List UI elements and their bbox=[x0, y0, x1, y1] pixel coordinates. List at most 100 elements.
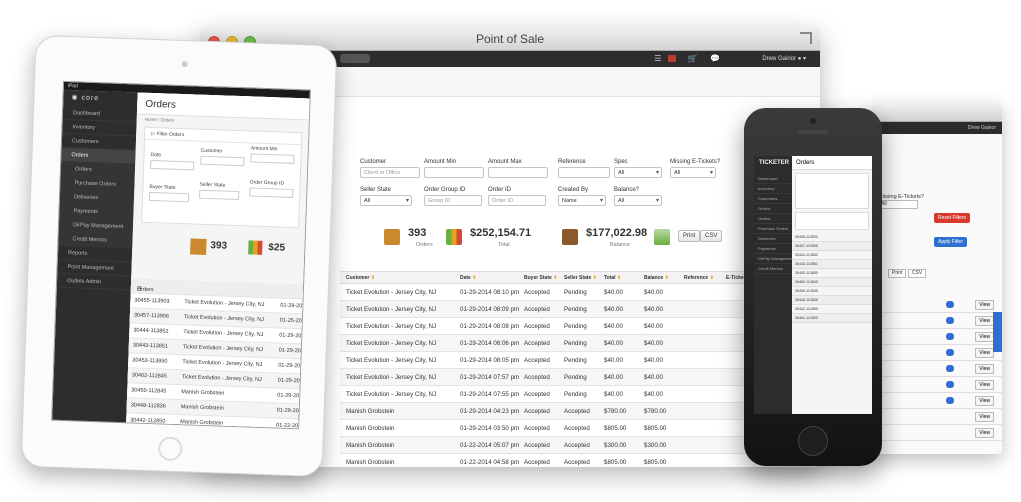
view-button[interactable]: View bbox=[975, 316, 994, 326]
reference-input[interactable] bbox=[558, 167, 610, 178]
created-by-select[interactable]: Name bbox=[558, 195, 606, 206]
sidebar-item[interactable]: Orders bbox=[754, 214, 792, 224]
table-row[interactable]: 30443-113851 bbox=[792, 260, 872, 269]
sidebar-item[interactable]: Inventory bbox=[754, 184, 792, 194]
view-button[interactable]: View bbox=[975, 300, 994, 310]
iphone-screen: TICKETER Dashboard Inventory Customers Orde… bbox=[754, 156, 872, 414]
feedback-tab[interactable] bbox=[993, 312, 1002, 352]
balance-stat-label: Balance bbox=[610, 242, 630, 248]
seller-state-select[interactable]: All bbox=[360, 195, 412, 206]
header-seller-state-label: Seller State bbox=[564, 275, 592, 281]
reset-filters-button[interactable]: Reset Filters bbox=[934, 213, 971, 223]
view-button[interactable]: View bbox=[975, 332, 994, 342]
table-row[interactable]: 30462-112845 bbox=[792, 278, 872, 287]
csv-button[interactable]: CSV bbox=[700, 230, 723, 242]
cart-icon[interactable]: 🛒 bbox=[688, 54, 698, 63]
table-cell: Ticket Evolution - Jersey City, NJ bbox=[346, 306, 437, 313]
spec-select[interactable]: All bbox=[614, 167, 662, 178]
device-mockup-scene: Drew Gainor Missing E-Tickets? All Reset… bbox=[0, 0, 1021, 502]
table-cell: Ticket Evolution - Jersey City, NJ bbox=[346, 289, 437, 296]
sidebar-item[interactable]: DirPay Management bbox=[754, 254, 792, 264]
view-button[interactable]: View bbox=[975, 380, 994, 390]
balance-filter: Balance? All bbox=[614, 187, 662, 206]
header-reference[interactable]: Reference ⇕ bbox=[684, 275, 714, 281]
back-missing-select[interactable]: All bbox=[878, 200, 918, 209]
table-cell: Ticket Evolution - Jersey City, NJ bbox=[346, 323, 437, 330]
sidebar-item[interactable]: Credit Memos bbox=[754, 264, 792, 274]
background-window: Drew Gainor Missing E-Tickets? All Reset… bbox=[872, 102, 1002, 454]
ipad-screen: iPad ◉ core Dashboard Inventory Customers O… bbox=[51, 80, 311, 430]
header-seller-state[interactable]: Seller State ⇕ bbox=[564, 275, 597, 281]
sidebar-item[interactable]: Customers bbox=[754, 194, 792, 204]
view-button[interactable]: View bbox=[975, 412, 994, 422]
header-balance[interactable]: Balance ⇕ bbox=[644, 275, 669, 281]
header-buyer-state[interactable]: Buyer State ⇕ bbox=[524, 275, 557, 281]
user-name: Drew Gainor bbox=[762, 56, 797, 62]
table-row[interactable]: 30444-113852 bbox=[792, 251, 872, 260]
balance-select[interactable]: All bbox=[614, 195, 662, 206]
ipad-date-label: Date bbox=[150, 151, 162, 159]
table-cell: $40.00 bbox=[604, 357, 623, 364]
table-cell: Accepted bbox=[564, 425, 590, 432]
ipad-order-group-input[interactable] bbox=[249, 187, 294, 198]
table-cell: Ticket Evolution - Jersey City, NJ bbox=[183, 314, 265, 323]
table-row[interactable]: 30450-112845 bbox=[792, 287, 872, 296]
view-button[interactable]: View bbox=[975, 396, 994, 406]
customer-input[interactable]: Client or Office bbox=[360, 167, 420, 178]
orders-label: Orders bbox=[416, 242, 433, 248]
back-csv-button[interactable]: CSV bbox=[907, 269, 927, 278]
amount-max-label: Amount Max bbox=[488, 159, 522, 165]
table-cell: $40.00 bbox=[604, 306, 623, 313]
ipad-buyer-state-label: Buyer State bbox=[149, 183, 176, 191]
flag-icon[interactable] bbox=[667, 55, 676, 63]
print-button[interactable]: Print bbox=[678, 230, 701, 242]
back-print-button[interactable]: Print bbox=[888, 269, 907, 278]
ipad-customer-input[interactable] bbox=[200, 155, 245, 167]
table-cell: Accepted bbox=[524, 306, 550, 313]
ipad-device: iPad ◉ core Dashboard Inventory Customers O… bbox=[20, 34, 338, 478]
total-value: $252,154.71 bbox=[470, 227, 532, 239]
apply-filter-button[interactable]: Apply Filter bbox=[934, 237, 968, 247]
ipad-buyer-state-select[interactable] bbox=[148, 191, 190, 203]
view-button[interactable]: View bbox=[975, 348, 994, 358]
table-cell: 01-22-20 bbox=[276, 422, 299, 430]
user-menu[interactable]: Drew Gainor ● ▾ bbox=[762, 55, 806, 62]
missing-etickets-select[interactable]: All bbox=[670, 167, 716, 178]
header-date[interactable]: Date ⇕ bbox=[460, 275, 476, 281]
list-icon[interactable]: ☰ bbox=[654, 54, 661, 63]
ipad-date-input[interactable] bbox=[150, 159, 195, 171]
view-button[interactable]: View bbox=[975, 364, 994, 374]
header-total[interactable]: Total ⇕ bbox=[604, 275, 621, 281]
fullscreen-icon[interactable] bbox=[800, 32, 812, 44]
order-group-input[interactable]: Group ID bbox=[424, 195, 482, 206]
table-row[interactable]: 30442-112850 bbox=[792, 305, 872, 314]
sidebar-item[interactable]: Payments bbox=[754, 244, 792, 254]
table-row[interactable]: 30461-112800 bbox=[792, 314, 872, 323]
order-id-input[interactable]: Order ID bbox=[488, 195, 546, 206]
ipad-amount-min-input[interactable] bbox=[250, 153, 295, 164]
header-customer[interactable]: Customer ⇕ bbox=[346, 275, 375, 281]
table-cell: 30448-112836 bbox=[130, 402, 166, 410]
chat-icon[interactable]: 💬 bbox=[710, 54, 720, 63]
ipad-orders-count: 393 bbox=[210, 240, 228, 252]
table-row[interactable]: 30457-113906 bbox=[792, 242, 872, 251]
ipad-seller-state-select[interactable] bbox=[199, 189, 240, 201]
amount-min-input[interactable] bbox=[424, 167, 484, 178]
table-row[interactable]: 30453-113850 bbox=[792, 269, 872, 278]
home-button[interactable] bbox=[798, 426, 828, 456]
amount-max-input[interactable] bbox=[488, 167, 548, 178]
sidebar-item[interactable]: Dashboard bbox=[754, 174, 792, 184]
table-row[interactable]: 30455-113903 bbox=[792, 233, 872, 242]
sidebar-item[interactable]: Orders bbox=[754, 204, 792, 214]
sidebar-item[interactable]: Deliveries bbox=[754, 234, 792, 244]
table-row: View bbox=[872, 297, 1002, 313]
sidebar-item[interactable]: Outlets Admin bbox=[56, 273, 132, 291]
table-row[interactable]: 30448-112836 bbox=[792, 296, 872, 305]
view-button[interactable]: View bbox=[975, 428, 994, 438]
home-button[interactable] bbox=[157, 436, 183, 462]
sidebar-item[interactable]: Purchase Orders bbox=[754, 224, 792, 234]
back-filter-apply: Apply Filter bbox=[878, 237, 996, 247]
search-input[interactable] bbox=[340, 54, 370, 63]
download-icon[interactable] bbox=[654, 229, 670, 245]
table-row[interactable]: 30461-112800Manish Grobstein01-22-20 bbox=[125, 428, 300, 430]
